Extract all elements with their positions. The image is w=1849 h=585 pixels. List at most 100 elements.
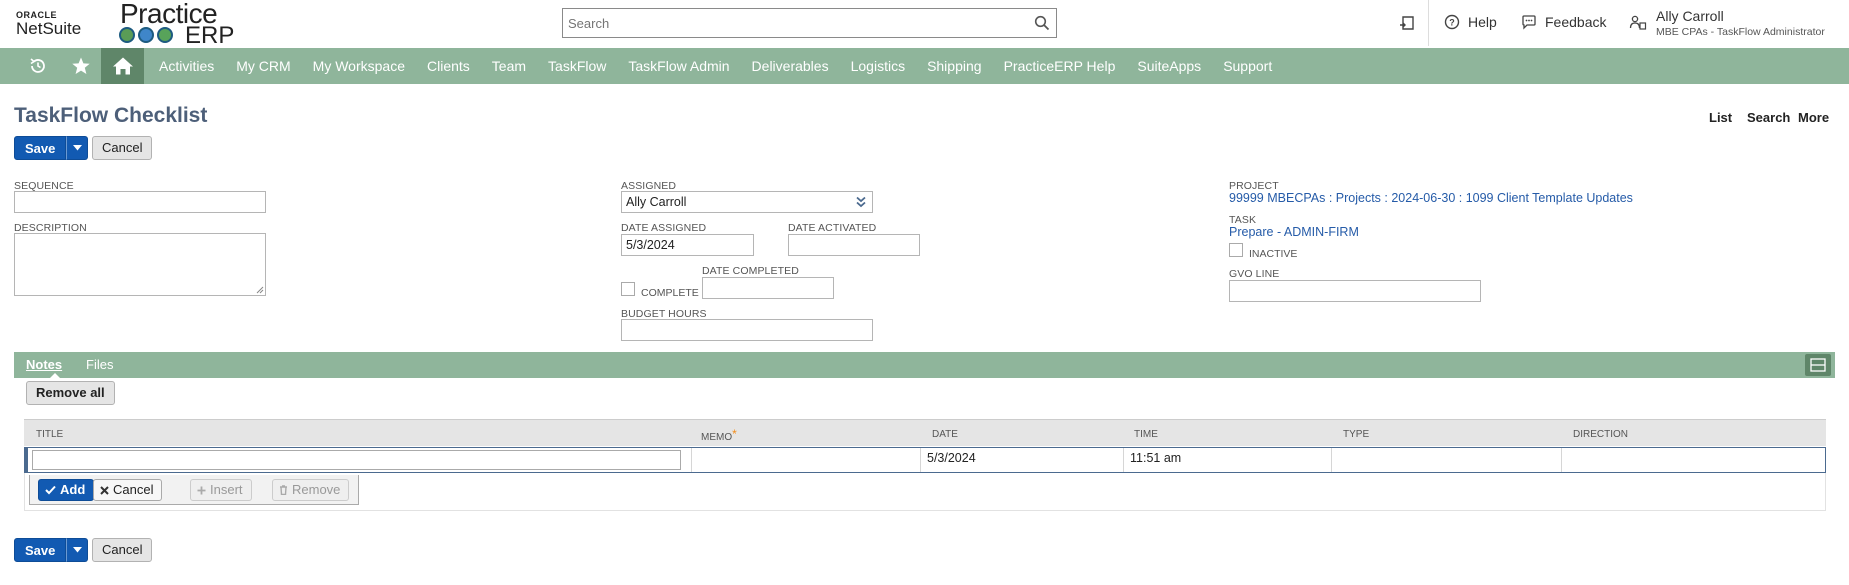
title-input[interactable] [32, 450, 681, 470]
check-icon [45, 485, 56, 495]
complete-checkbox[interactable] [621, 282, 635, 296]
practice-erp-logo[interactable]: Practice ERP [119, 0, 239, 49]
task-link[interactable]: Prepare - ADMIN-FIRM [1229, 225, 1359, 239]
nav-item-shipping[interactable]: Shipping [916, 48, 993, 84]
user-menu[interactable]: Ally Carroll MBE CPAs - TaskFlow Adminis… [1656, 8, 1825, 38]
nav-item-taskflow-admin[interactable]: TaskFlow Admin [617, 48, 740, 84]
erp-logo-text: ERP [185, 22, 235, 49]
resize-grip-icon[interactable] [256, 286, 264, 294]
save-button[interactable]: Save [14, 136, 67, 160]
tab-files[interactable]: Files [86, 357, 113, 372]
direction-cell[interactable] [1562, 448, 1825, 472]
recent-activity-nav[interactable] [18, 48, 58, 84]
add-row-button[interactable]: Add [38, 479, 95, 501]
nav-item-practiceerp-help[interactable]: PracticeERP Help [993, 48, 1127, 84]
date-activated-label: DATE ACTIVATED [788, 222, 877, 234]
nav-item-deliverables[interactable]: Deliverables [741, 48, 840, 84]
column-time: TIME [1134, 429, 1158, 440]
cancel-button[interactable]: Cancel [92, 136, 153, 160]
search-link[interactable]: Search [1747, 110, 1790, 125]
list-link[interactable]: List [1709, 110, 1732, 125]
project-link[interactable]: 99999 MBECPAs : Projects : 2024-06-30 : … [1229, 191, 1633, 205]
type-cell[interactable] [1332, 448, 1562, 472]
header-separator [1428, 0, 1429, 46]
date-completed-input[interactable] [702, 277, 834, 299]
gvo-line-input[interactable] [1229, 280, 1481, 302]
title-cell [28, 448, 692, 472]
cancel-button-bottom[interactable]: Cancel [92, 538, 153, 562]
time-cell[interactable]: 11:51 am [1124, 448, 1332, 472]
remove-row-button[interactable]: Remove [272, 479, 350, 501]
tab-notes[interactable]: Notes [26, 357, 62, 372]
inactive-label: INACTIVE [1249, 248, 1298, 260]
collapse-subtabs-button[interactable] [1805, 354, 1831, 376]
page-title: TaskFlow Checklist [14, 104, 208, 127]
description-textarea[interactable] [14, 233, 266, 296]
active-tab-caret [50, 373, 60, 378]
feedback-icon [1522, 15, 1536, 30]
plus-icon [197, 486, 206, 494]
main-nav: Activities My CRM My Workspace Clients T… [0, 48, 1849, 84]
top-header: ORACLE NetSuite Practice ERP ? Help Feed… [0, 0, 1849, 49]
more-link[interactable]: More [1798, 110, 1829, 125]
caret-down-icon [72, 145, 82, 151]
subtab-bar: Notes Files [14, 352, 1835, 378]
date-assigned-input[interactable]: 5/3/2024 [621, 234, 754, 256]
sequence-input[interactable] [14, 191, 266, 213]
cancel-row-button[interactable]: Cancel [93, 479, 163, 501]
save-button-group-bottom: Save [14, 538, 89, 562]
global-search [562, 8, 1057, 38]
global-search-input[interactable] [563, 9, 1013, 37]
logo-badge-icon [119, 27, 135, 43]
cancel-row-label: Cancel [113, 482, 154, 497]
roles-icon[interactable] [1629, 14, 1647, 32]
close-icon [100, 485, 109, 495]
required-star-icon: * [732, 427, 737, 441]
remove-all-button[interactable]: Remove all [26, 381, 115, 405]
help-link[interactable]: ? Help [1444, 14, 1497, 30]
star-icon [72, 57, 90, 74]
insert-row-button[interactable]: Insert [190, 479, 252, 501]
save-button-group-top: Save [14, 136, 89, 160]
complete-label: COMPLETE [641, 287, 699, 299]
favorites-nav[interactable] [61, 48, 101, 84]
nav-item-my-workspace[interactable]: My Workspace [302, 48, 416, 84]
nav-item-logistics[interactable]: Logistics [840, 48, 916, 84]
notes-table-header: TITLE MEMO* DATE TIME TYPE DIRECTION [24, 419, 1826, 446]
search-icon[interactable] [1034, 15, 1050, 31]
feedback-link[interactable]: Feedback [1521, 14, 1606, 30]
netsuite-logo[interactable]: ORACLE NetSuite [16, 10, 96, 38]
date-activated-input[interactable] [788, 234, 920, 256]
save-options-dropdown-bottom[interactable] [66, 538, 89, 562]
column-memo: MEMO* [701, 427, 737, 443]
insert-row-label: Insert [210, 482, 243, 497]
home-nav[interactable] [101, 48, 144, 84]
home-icon [112, 57, 133, 75]
svg-text:?: ? [1449, 18, 1455, 28]
memo-cell[interactable] [692, 448, 921, 472]
column-direction: DIRECTION [1573, 429, 1628, 440]
nav-item-taskflow[interactable]: TaskFlow [537, 48, 617, 84]
gvo-line-label: GVO LINE [1229, 268, 1280, 280]
nav-item-suiteapps[interactable]: SuiteApps [1126, 48, 1212, 84]
date-cell[interactable]: 5/3/2024 [921, 448, 1124, 472]
save-options-dropdown[interactable] [66, 136, 89, 160]
table-row: 5/3/2024 11:51 am [24, 447, 1826, 473]
column-type: TYPE [1343, 429, 1370, 440]
netsuite-logo-text: NetSuite [16, 19, 82, 38]
nav-item-team[interactable]: Team [481, 48, 537, 84]
user-role: MBE CPAs - TaskFlow Administrator [1656, 26, 1825, 38]
recent-records-icon[interactable] [1399, 14, 1417, 32]
assigned-select[interactable]: Ally Carroll [621, 191, 873, 213]
double-chevron-down-icon[interactable] [854, 195, 868, 209]
nav-item-clients[interactable]: Clients [416, 48, 481, 84]
save-button-bottom[interactable]: Save [14, 538, 67, 562]
nav-item-activities[interactable]: Activities [148, 48, 225, 84]
date-completed-label: DATE COMPLETED [702, 265, 799, 277]
assigned-value: Ally Carroll [626, 195, 687, 209]
inactive-checkbox[interactable] [1229, 243, 1243, 257]
budget-hours-input[interactable] [621, 319, 873, 341]
help-label: Help [1468, 14, 1497, 30]
nav-item-my-crm[interactable]: My CRM [225, 48, 301, 84]
nav-item-support[interactable]: Support [1212, 48, 1283, 84]
